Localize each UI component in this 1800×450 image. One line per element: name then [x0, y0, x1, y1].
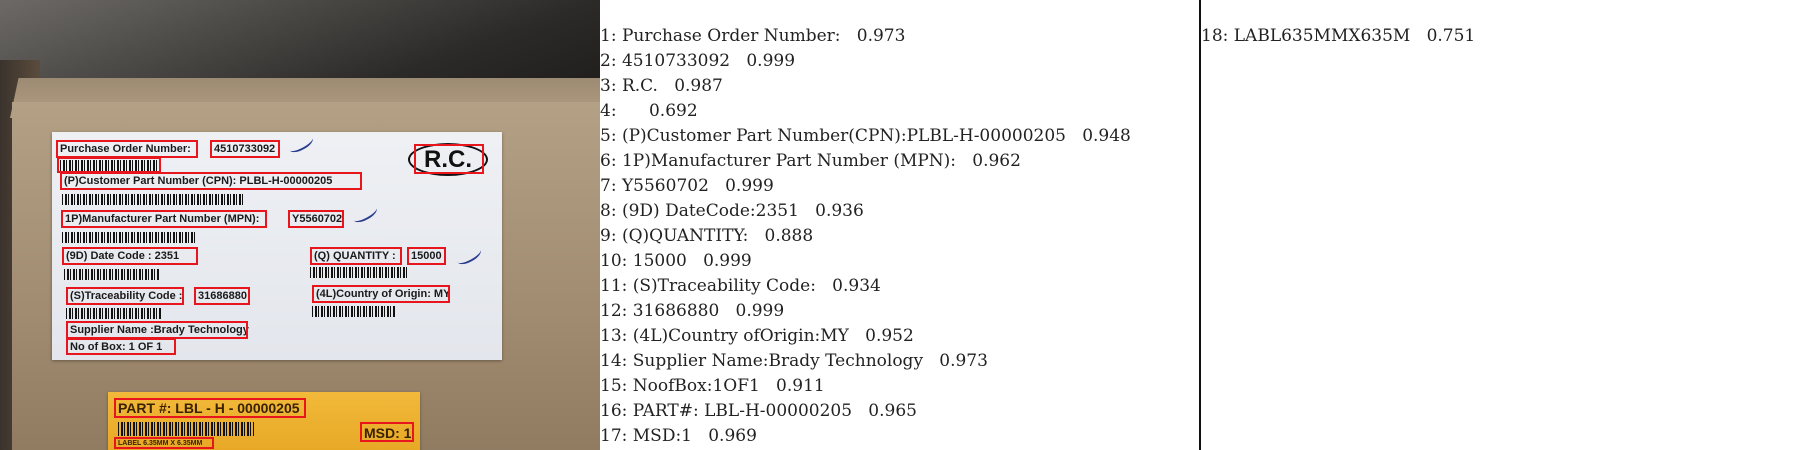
- result-line-18: 18: LABL635MMX635M 0.751: [1201, 26, 1476, 46]
- result-line-2: 2: 4510733092 0.999: [600, 51, 796, 71]
- label-photo: Purchase Order Number: 4510733092 R.C. (…: [0, 0, 600, 450]
- barcode-traceability: [66, 308, 162, 319]
- result-line-12: 12: 31686880 0.999: [600, 301, 785, 321]
- result-line-16: 16: PART#: LBL-H-00000205 0.965: [600, 401, 917, 421]
- barcode-mpn: [62, 232, 196, 243]
- detection-box-14: [66, 321, 248, 339]
- detection-box-12: [194, 287, 250, 305]
- result-line-1: 1: Purchase Order Number: 0.973: [600, 26, 906, 46]
- detection-box-18: [114, 437, 214, 449]
- detection-box-4: [57, 157, 161, 173]
- result-line-7: 7: Y5560702 0.999: [600, 176, 774, 196]
- result-line-10: 10: 15000 0.999: [600, 251, 752, 271]
- detection-box-15: [66, 338, 176, 355]
- result-line-17: 17: MSD:1 0.969: [600, 426, 757, 446]
- detection-box-9: [310, 247, 402, 265]
- result-line-13: 13: (4L)Country ofOrigin:MY 0.952: [600, 326, 914, 346]
- ocr-results-column-2: 18: LABL635MMX635M 0.751: [1201, 0, 1800, 450]
- result-line-15: 15: NoofBox:1OF1 0.911: [600, 376, 825, 396]
- ocr-results-column-1: 1: Purchase Order Number: 0.973 2: 45107…: [600, 0, 1198, 450]
- result-line-5: 5: (P)Customer Part Number(CPN):PLBL-H-0…: [600, 126, 1131, 146]
- barcode-cpn: [62, 194, 244, 205]
- detection-box-16: [114, 398, 306, 418]
- detection-box-1: [56, 140, 198, 158]
- detection-box-7: [288, 210, 344, 228]
- barcode-quantity: [310, 267, 408, 278]
- detection-box-5: [60, 172, 362, 190]
- result-line-8: 8: (9D) DateCode:2351 0.936: [600, 201, 864, 221]
- result-line-6: 6: 1P)Manufacturer Part Number (MPN): 0.…: [600, 151, 1021, 171]
- detection-box-13: [312, 285, 450, 303]
- barcode-date: [64, 269, 160, 280]
- result-line-14: 14: Supplier Name:Brady Technology 0.973: [600, 351, 988, 371]
- result-line-3: 3: R.C. 0.987: [600, 76, 723, 96]
- detection-box-11: [66, 287, 184, 305]
- detection-box-10: [407, 247, 446, 265]
- result-line-4: 4: 0.692: [600, 101, 698, 121]
- detection-box-6: [61, 210, 267, 228]
- result-line-11: 11: (S)Traceability Code: 0.934: [600, 276, 881, 296]
- barcode-part: [118, 422, 254, 436]
- detection-box-8: [62, 247, 198, 265]
- barcode-country: [312, 306, 396, 317]
- detection-box-3: [414, 144, 484, 174]
- result-line-9: 9: (Q)QUANTITY: 0.888: [600, 226, 814, 246]
- detection-box-17: [360, 422, 414, 442]
- detection-box-2: [210, 140, 280, 158]
